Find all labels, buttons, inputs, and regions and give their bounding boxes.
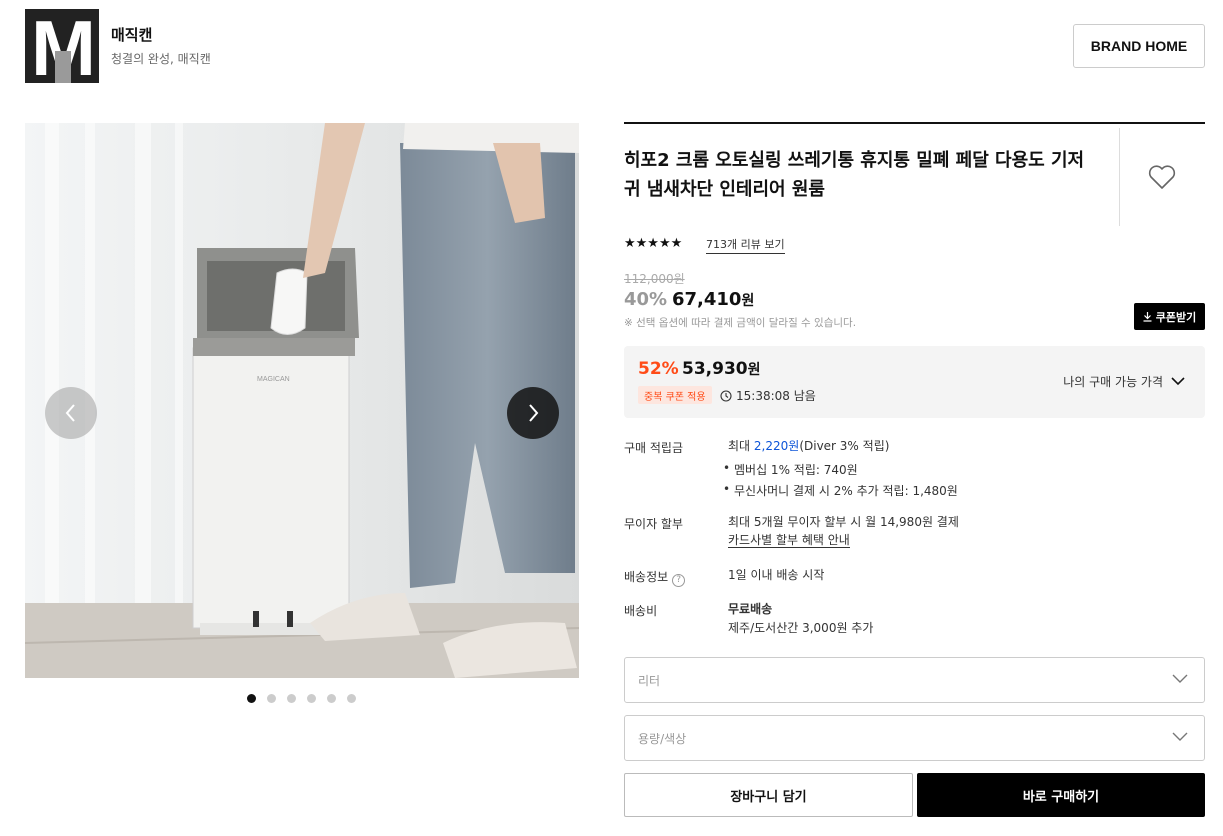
shipping-value: 1일 이내 배송 시작 <box>728 568 825 582</box>
points-label: 구매 적립금 <box>624 441 684 455</box>
brand-name[interactable]: 매직캔 <box>111 24 152 45</box>
coupon-badge: 중복 쿠폰 적용 <box>638 386 712 404</box>
can-brand-text: MAGICAN <box>257 376 290 383</box>
points-amount: 2,220원 <box>753 439 800 453</box>
clock-icon <box>720 389 732 402</box>
my-price-value: 53,930 <box>682 359 748 379</box>
brand-slogan: 청결의 완성, 매직캔 <box>111 52 211 66</box>
chevron-down-icon <box>1172 732 1188 741</box>
my-price-unit: 원 <box>747 362 761 378</box>
gallery-dot[interactable] <box>347 694 356 703</box>
price-notice: ※ 선택 옵션에 따라 결제 금액이 달라질 수 있습니다. <box>624 317 857 329</box>
option-select-capacity-color[interactable]: 용량/색상 <box>624 715 1205 761</box>
my-price-label: 나의 구매 가능 가격 <box>1063 375 1163 389</box>
discount-rate: 40% <box>624 289 668 310</box>
points-bullet: 무신사머니 결제 시 2% 추가 적립: 1,480원 <box>723 482 958 499</box>
download-icon <box>1143 311 1152 322</box>
product-title: 히포2 크롬 오토실링 쓰레기통 휴지통 밀폐 페달 다용도 기저귀 냄새차단 … <box>624 150 1085 200</box>
option-select-placeholder: 용량/색상 <box>638 731 687 746</box>
my-price: 53,930원 <box>682 359 761 379</box>
gallery-dot[interactable] <box>327 694 336 703</box>
product-photo: MAGICAN <box>25 123 579 678</box>
my-discount-rate: 52% <box>638 359 679 379</box>
fee-label: 배송비 <box>624 604 658 618</box>
fee-value: 무료배송 <box>728 602 773 616</box>
countdown-timer: 15:38:08 남음 <box>720 387 816 404</box>
option-select-liter[interactable]: 리터 <box>624 657 1205 703</box>
my-price-toggle[interactable]: 나의 구매 가능 가격 <box>1063 373 1185 390</box>
gallery-dot[interactable] <box>267 694 276 703</box>
countdown-text: 15:38:08 남음 <box>736 389 816 403</box>
installment-label: 무이자 할부 <box>624 517 684 531</box>
installment-link-wrap: 카드사별 할부 혜택 안내 <box>728 530 850 551</box>
divider <box>624 122 1205 124</box>
shipping-label: 배송정보 <box>624 570 669 584</box>
brand-logo[interactable]: M <box>25 9 99 83</box>
gallery-dot[interactable] <box>287 694 296 703</box>
chevron-down-icon <box>1172 674 1188 683</box>
points-prefix: 최대 <box>728 439 754 453</box>
my-price-box: 52% 53,930원 중복 쿠폰 적용 15:38:08 남음 나의 구매 가… <box>624 346 1205 418</box>
points-suffix: (Diver 3% 적립) <box>799 439 890 453</box>
coupon-button-label: 쿠폰받기 <box>1155 310 1197 324</box>
sale-price-unit: 원 <box>741 293 755 309</box>
product-image: MAGICAN <box>25 123 579 678</box>
help-icon[interactable]: ? <box>672 573 686 587</box>
points-bullet: 멤버십 1% 적립: 740원 <box>723 461 858 478</box>
shipping-label-wrap: 배송정보? <box>624 568 686 587</box>
installment-link[interactable]: 카드사별 할부 혜택 안내 <box>728 533 850 548</box>
gallery-prev-button[interactable] <box>45 387 97 439</box>
gallery-pagination <box>247 694 356 703</box>
divider <box>1119 128 1120 226</box>
sale-price: 67,410원 <box>672 289 754 310</box>
chevron-right-icon <box>529 404 539 422</box>
review-link[interactable]: 713개 리뷰 보기 <box>706 236 785 254</box>
coupon-button[interactable]: 쿠폰받기 <box>1134 303 1205 330</box>
wishlist-button[interactable] <box>1147 163 1177 191</box>
brand-home-button[interactable]: BRAND HOME <box>1073 24 1205 68</box>
chevron-down-icon <box>1171 377 1185 386</box>
fee-extra: 제주/도서산간 3,000원 추가 <box>728 621 874 635</box>
gallery-dot[interactable] <box>247 694 256 703</box>
brand-logo-shade <box>55 51 71 83</box>
chevron-left-icon <box>65 404 75 422</box>
rating-stars: ★★★★★ <box>624 236 683 251</box>
add-to-cart-button[interactable]: 장바구니 담기 <box>624 773 913 817</box>
gallery-dot[interactable] <box>307 694 316 703</box>
heart-icon <box>1148 165 1176 189</box>
option-select-placeholder: 리터 <box>638 673 661 688</box>
sale-price-value: 67,410 <box>672 289 742 310</box>
buy-now-button[interactable]: 바로 구매하기 <box>917 773 1205 817</box>
original-price: 112,000원 <box>624 272 685 286</box>
points-value: 최대 2,220원(Diver 3% 적립) <box>728 436 889 457</box>
gallery-next-button[interactable] <box>507 387 559 439</box>
